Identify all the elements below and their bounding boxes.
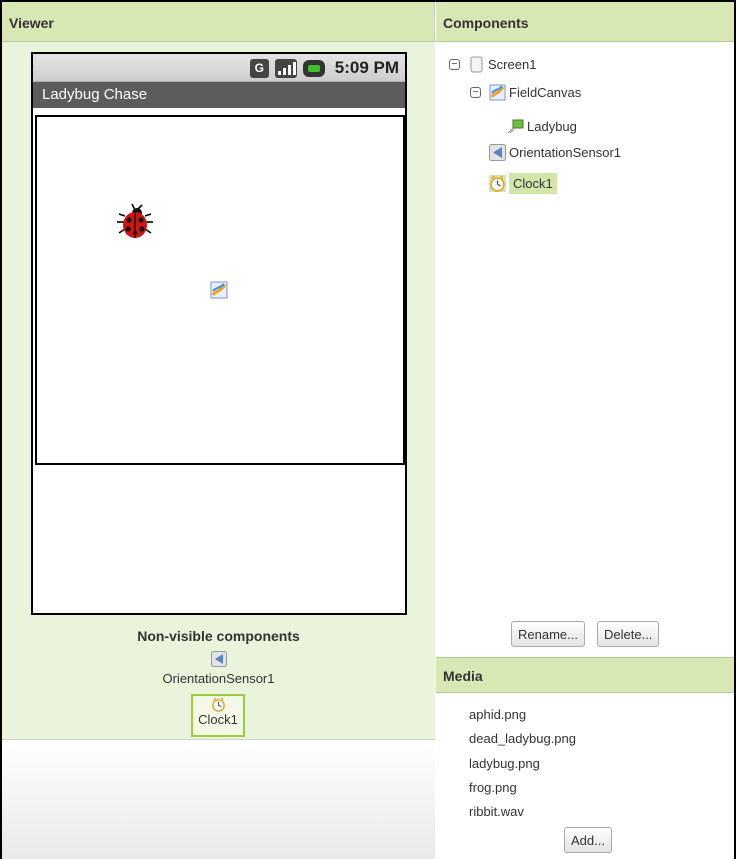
tree-label: FieldCanvas	[509, 84, 582, 100]
orientation-sensor-label: OrientationSensor1	[162, 671, 275, 686]
clock-icon	[211, 697, 225, 712]
orientation-sensor-icon	[489, 143, 506, 161]
nonvisible-clock[interactable]: Clock1	[191, 694, 245, 737]
battery-icon	[302, 59, 325, 77]
screen-icon	[470, 56, 483, 72]
media-file[interactable]: ladybug.png	[469, 756, 540, 771]
collapse-icon[interactable]: −	[470, 86, 481, 98]
ladybug-sprite[interactable]	[115, 202, 155, 242]
orientation-sensor-icon	[210, 651, 227, 667]
media-file[interactable]: frog.png	[469, 780, 517, 795]
nonvisible-orientation-sensor[interactable]: OrientationSensor1	[2, 651, 435, 686]
clock-label: Clock1	[198, 712, 238, 727]
imagesprite-icon	[507, 119, 524, 133]
tree-label: OrientationSensor1	[509, 144, 622, 160]
media-file[interactable]: ribbit.wav	[469, 804, 524, 819]
status-time: 5:09 PM	[334, 58, 399, 77]
collapse-icon[interactable]: −	[449, 58, 460, 70]
canvas-placeholder-icon	[210, 281, 228, 299]
tree-label: Ladybug	[527, 118, 577, 134]
clock-icon	[489, 174, 506, 192]
tree-item-orientationsensor1[interactable]: OrientationSensor1	[489, 141, 621, 163]
rename-button[interactable]: Rename...	[511, 621, 585, 647]
nonvisible-components-title: Non-visible components	[137, 628, 300, 644]
app-title-bar: Ladybug Chase	[33, 82, 405, 108]
phone-status-bar: G 5:09 PM	[33, 54, 405, 82]
tree-item-screen1[interactable]: − Screen1	[449, 53, 536, 75]
add-media-button[interactable]: Add...	[564, 827, 612, 853]
canvas-icon	[489, 84, 506, 100]
viewer-footer	[2, 739, 435, 859]
tree-item-fieldcanvas[interactable]: − FieldCanvas	[470, 81, 581, 103]
signal-strength-icon	[274, 58, 297, 78]
tree-item-ladybug[interactable]: Ladybug	[507, 115, 577, 137]
components-panel: Components − Screen1 − FieldCanvas Ladyb…	[436, 2, 734, 657]
media-file[interactable]: dead_ladybug.png	[469, 731, 576, 746]
components-header: Components	[436, 2, 734, 42]
network-type-icon: G	[249, 58, 269, 78]
viewer-body: G 5:09 PM Ladybug Chase Non-visible comp…	[2, 42, 435, 739]
delete-button[interactable]: Delete...	[597, 621, 660, 647]
media-file[interactable]: aphid.png	[469, 707, 526, 722]
tree-item-clock1[interactable]: Clock1	[489, 170, 557, 196]
viewer-header: Viewer	[2, 2, 434, 42]
viewer-panel: Viewer G 5:09 PM Ladybug Chase Non-visib…	[2, 2, 435, 859]
media-header: Media	[436, 657, 734, 693]
tree-label: Clock1	[509, 172, 557, 194]
phone-preview: G 5:09 PM Ladybug Chase	[31, 52, 407, 615]
media-panel: Media aphid.png dead_ladybug.png ladybug…	[436, 657, 734, 859]
tree-label: Screen1	[488, 56, 537, 72]
field-canvas[interactable]	[35, 115, 405, 465]
